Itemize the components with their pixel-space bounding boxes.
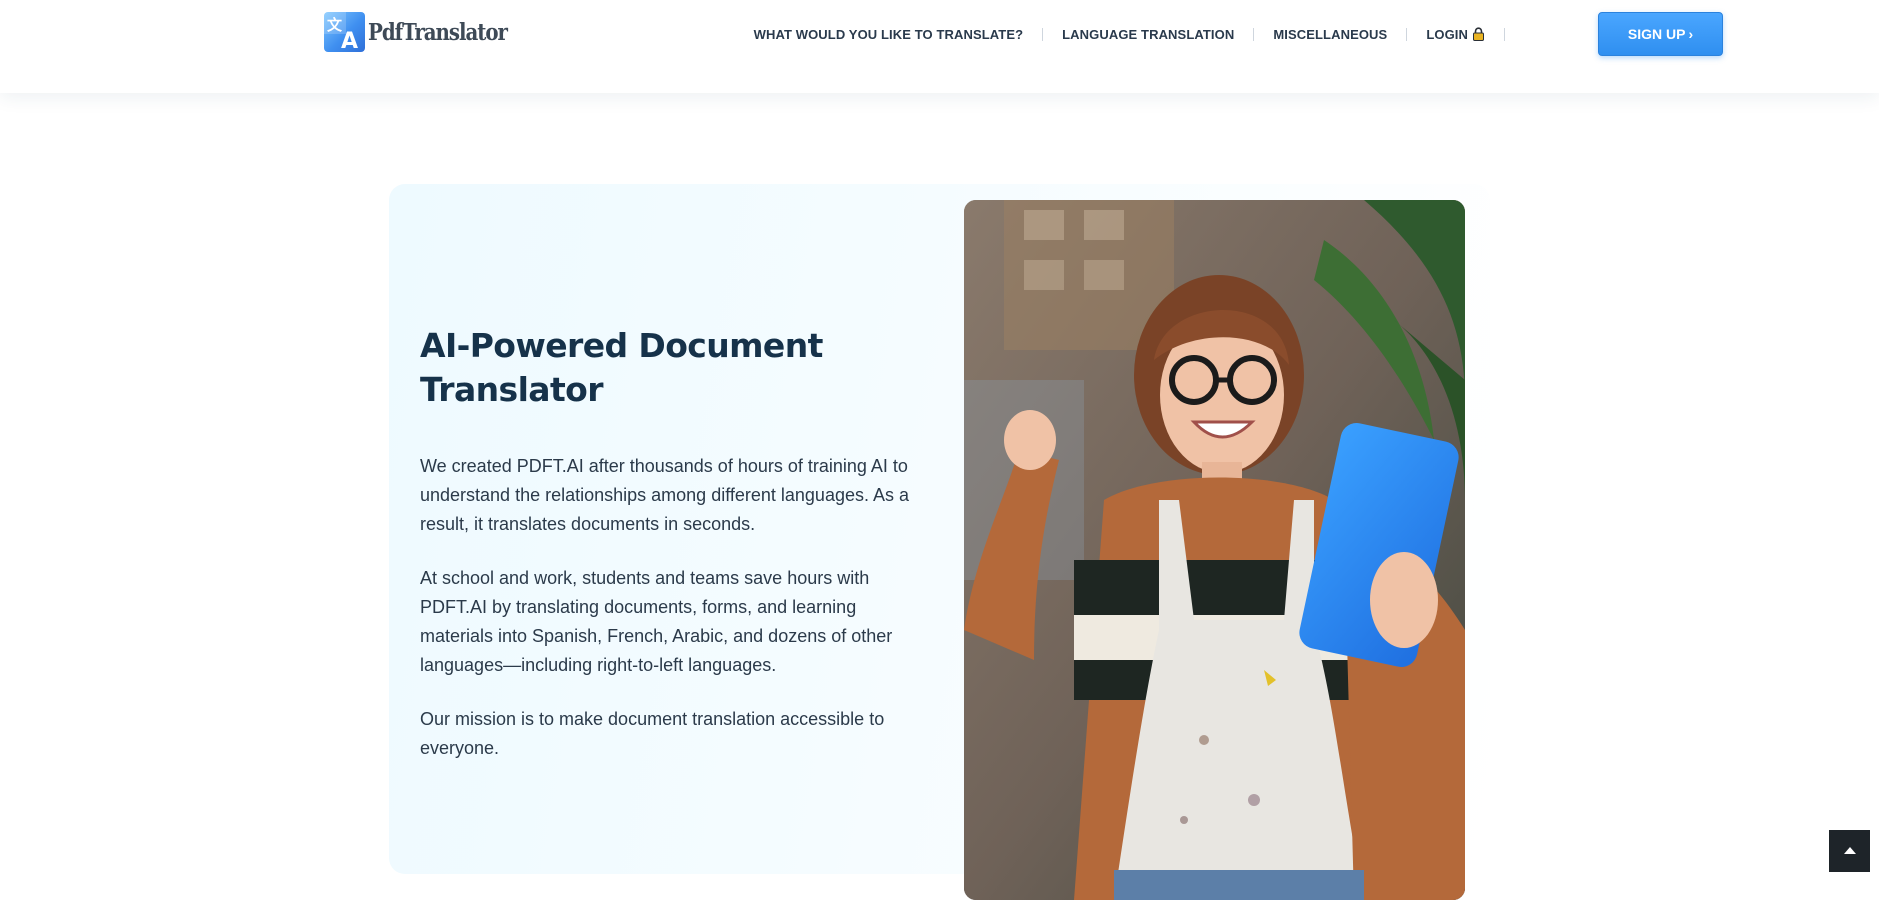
nav-login[interactable]: LOGIN <box>1426 27 1485 42</box>
sign-up-button[interactable]: SIGN UP › <box>1598 12 1723 56</box>
top-navigation-bar: 文 A PdfTranslator WHAT WOULD YOU LIKE TO… <box>0 0 1879 93</box>
chevron-up-icon <box>1843 842 1857 860</box>
nav-divider <box>1042 27 1044 41</box>
scroll-to-top-button[interactable] <box>1829 830 1870 872</box>
nav-language-translation[interactable]: LANGUAGE TRANSLATION <box>1062 27 1234 42</box>
sign-up-label: SIGN UP <box>1627 26 1686 42</box>
hero-paragraph-intro: We created PDFT.AI after thousands of ho… <box>420 456 910 534</box>
logo-text: PdfTranslator <box>368 18 508 46</box>
main-nav: WHAT WOULD YOU LIKE TO TRANSLATE? LANGUA… <box>754 24 1524 44</box>
woman-with-tablet-photo <box>964 200 1465 900</box>
nav-label: MISCELLANEOUS <box>1273 26 1388 42</box>
nav-divider <box>1504 27 1505 41</box>
hero-paragraph-use-cases: At school and work, students and teams s… <box>420 568 893 675</box>
nav-what-to-translate[interactable]: WHAT WOULD YOU LIKE TO TRANSLATE? <box>754 27 1024 42</box>
nav-label: LOGIN <box>1426 26 1468 42</box>
site-logo[interactable]: 文 A PdfTranslator <box>324 12 530 52</box>
nav-divider <box>1406 27 1408 41</box>
chevron-right-icon: › <box>1688 26 1694 42</box>
nav-label: WHAT WOULD YOU LIKE TO TRANSLATE? <box>753 26 1024 42</box>
translate-logo-icon: 文 A <box>324 12 365 52</box>
nav-divider <box>1253 27 1255 41</box>
hero-paragraph-mission: Our mission is to make document translat… <box>420 709 885 758</box>
svg-text:A: A <box>341 29 358 52</box>
nav-label: LANGUAGE TRANSLATION <box>1062 26 1235 42</box>
hero-title: AI-Powered Document Translator <box>420 326 823 409</box>
lock-icon <box>1472 27 1485 41</box>
nav-miscellaneous[interactable]: MISCELLANEOUS <box>1273 27 1387 42</box>
